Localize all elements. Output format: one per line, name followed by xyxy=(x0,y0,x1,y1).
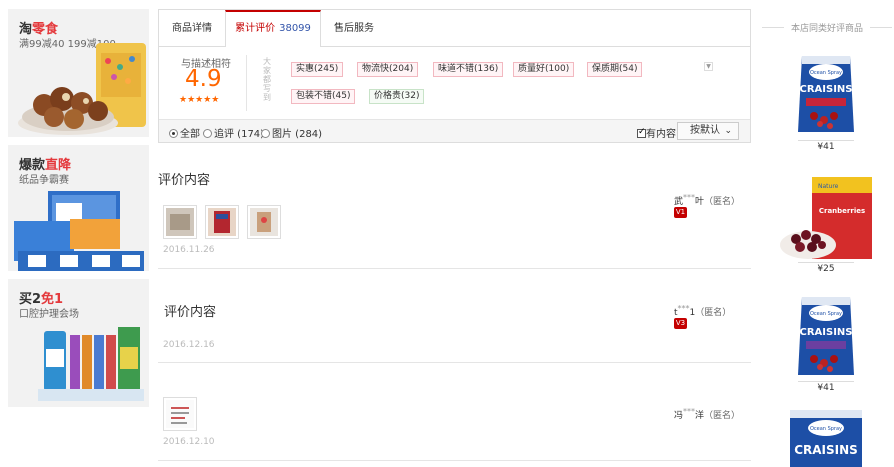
review-item: 评价内容 2016.12.16 t***1（匿名） V3 xyxy=(158,269,751,363)
brand-label: Ocean Spray xyxy=(810,70,842,76)
product-name-label: CRAISINS xyxy=(794,443,858,457)
product-name-label: CRAISINS xyxy=(800,327,853,338)
macadamia-nuts-image xyxy=(18,43,146,135)
review-date: 2016.11.26 xyxy=(163,245,215,255)
review-panel: 商品详情 累计评价 38099 售后服务 与描述相符 4.9 ★★★★★ 大家都写… xyxy=(158,9,751,143)
rating-stars: ★★★★★ xyxy=(179,95,220,105)
brand-label: Ocean Spray xyxy=(810,426,842,432)
filter-append-radio[interactable]: 追评 (174) xyxy=(203,125,264,140)
impression-tag[interactable]: 实惠(245) xyxy=(291,62,344,77)
tissue-packs-image xyxy=(14,191,144,271)
rating-summary: 与描述相符 4.9 ★★★★★ 大家都写到 实惠(245) 物流快(204) 味… xyxy=(159,47,750,119)
radio-checked-icon xyxy=(169,129,178,138)
filter-all-radio[interactable]: 全部 xyxy=(169,125,200,140)
tab-product-details[interactable]: 商品详情 xyxy=(159,10,225,47)
recommended-price: ¥41 xyxy=(778,140,874,152)
everyone-says-label: 大家都写到 xyxy=(263,57,271,102)
reviewer-name: t***1（匿名） xyxy=(674,304,732,318)
reviewer-name: 冯***洋（匿名） xyxy=(674,407,741,421)
product-name-label: Cranberries xyxy=(819,207,865,215)
review-photo-thumbnail[interactable] xyxy=(247,205,281,239)
checkbox-checked-icon xyxy=(637,127,646,138)
impression-tag[interactable]: 味道不错(136) xyxy=(433,62,504,77)
recommended-product[interactable]: Ocean Spray CRAISINS ¥41 xyxy=(778,293,874,393)
review-date: 2016.12.16 xyxy=(163,340,215,350)
product-name-label: CRAISINS xyxy=(800,84,853,95)
impression-tag[interactable]: 保质期(54) xyxy=(587,62,643,77)
craisins-bag-image: Ocean Spray CRAISINS xyxy=(798,297,854,375)
review-photo-thumbnail[interactable] xyxy=(163,205,197,239)
tab-bar: 商品详情 累计评价 38099 售后服务 xyxy=(159,10,750,48)
review-item: 评价内容 2016.11.26 武***叶（匿名） V1 xyxy=(158,143,751,269)
recommended-price: ¥41 xyxy=(778,381,874,393)
review-count: 38099 xyxy=(279,23,311,34)
review-item: 2016.12.10 冯***洋（匿名） xyxy=(158,363,751,461)
reviewer-name: 武***叶（匿名） xyxy=(674,193,741,207)
promo-oral-care[interactable]: 买2免1 口腔护理会场 xyxy=(8,279,149,407)
expand-tags-icon[interactable]: ▼ xyxy=(704,62,713,71)
review-text: 评价内容 xyxy=(164,305,217,320)
radio-icon xyxy=(261,129,270,138)
impression-tag[interactable]: 物流快(204) xyxy=(357,62,419,77)
cranberries-bag-image: Nature Cranberries xyxy=(780,177,872,259)
tab-reviews[interactable]: 累计评价 38099 xyxy=(225,10,321,48)
has-content-checkbox[interactable]: 有内容 xyxy=(637,125,676,140)
review-photo-thumbnail[interactable] xyxy=(163,397,197,431)
recommended-price: ¥25 xyxy=(778,262,874,274)
impression-tag[interactable]: 价格贵(32) xyxy=(369,89,425,104)
rating-score: 4.9 xyxy=(185,66,222,92)
promo-snacks[interactable]: 淘零食 满99减40 199减100 xyxy=(8,9,149,137)
impression-tag[interactable]: 包装不错(45) xyxy=(291,89,356,104)
recommend-title: 本店同类好评商品 xyxy=(760,21,894,34)
review-photo-thumbnail[interactable] xyxy=(205,205,239,239)
member-level-badge: V3 xyxy=(674,318,687,329)
review-date: 2016.12.10 xyxy=(163,437,215,447)
promo-oral-subtitle: 口腔护理会场 xyxy=(19,309,79,320)
promo-paper[interactable]: 爆款直降 纸品争霸赛 xyxy=(8,145,149,271)
recommended-product[interactable]: Ocean Spray CRAISINS xyxy=(778,408,874,467)
recommended-product[interactable]: Ocean Spray CRAISINS ¥41 xyxy=(778,50,874,152)
craisins-bag-image: Ocean Spray CRAISINS xyxy=(798,56,854,132)
recommended-product[interactable]: Nature Cranberries ¥25 xyxy=(778,175,874,275)
filter-bar: 全部 追评 (174) 图片 (284) 有内容 按默认⌄ xyxy=(159,119,750,142)
filter-pictures-radio[interactable]: 图片 (284) xyxy=(261,125,322,140)
brand-label: Nature xyxy=(818,183,839,190)
brand-label: Ocean Spray xyxy=(810,311,842,317)
tab-after-sales[interactable]: 售后服务 xyxy=(321,10,387,47)
oral-care-products-image xyxy=(38,327,144,401)
craisins-bag-image: Ocean Spray CRAISINS xyxy=(790,410,862,467)
impression-tag[interactable]: 质量好(100) xyxy=(513,62,575,77)
radio-icon xyxy=(203,129,212,138)
review-text: 评价内容 xyxy=(158,173,211,188)
member-level-badge: V1 xyxy=(674,207,687,218)
sort-dropdown[interactable]: 按默认 ⌄ xyxy=(677,122,739,140)
divider xyxy=(246,55,247,111)
chevron-down-icon: ⌄ xyxy=(724,126,732,136)
